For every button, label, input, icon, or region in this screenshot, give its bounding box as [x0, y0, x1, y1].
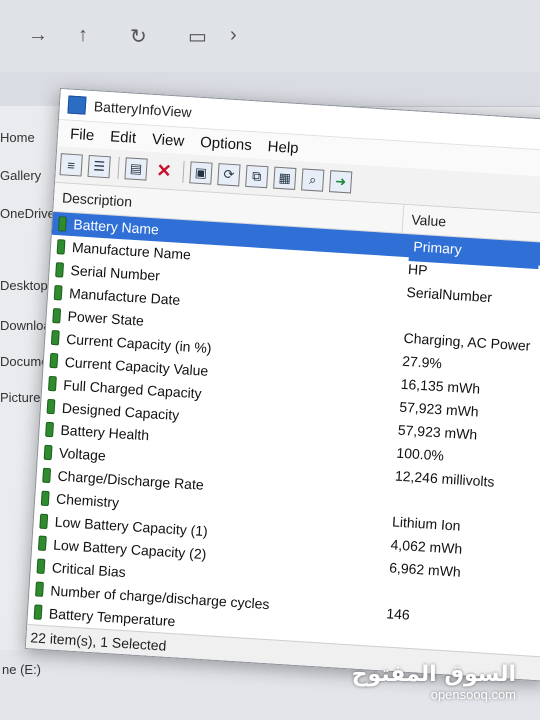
properties-icon[interactable]: ▤ — [124, 157, 148, 181]
exit-icon[interactable]: ➜ — [328, 170, 353, 194]
menu-file[interactable]: File — [62, 125, 103, 144]
refresh-icon[interactable]: ⟳ — [217, 163, 241, 187]
battery-icon — [43, 444, 53, 461]
html-report-icon[interactable]: ≡ — [59, 153, 83, 177]
opensooq-watermark: السوق المفتوح opensooq.com — [352, 662, 516, 702]
drive-label[interactable]: ne (E:) — [2, 662, 41, 677]
battery-icon — [55, 261, 65, 278]
sidebar-item-onedrive[interactable]: OneDrive — [0, 206, 55, 221]
row-label: Battery Name — [72, 216, 160, 238]
text-report-icon[interactable]: ☰ — [87, 154, 111, 179]
sidebar-item-desktop[interactable]: Desktop — [0, 278, 48, 293]
status-text: 22 item(s), 1 Selected — [29, 628, 167, 654]
row-label: Battery Temperature — [48, 604, 176, 629]
row-label: Critical Bias — [51, 559, 127, 580]
battery-icon — [50, 330, 60, 346]
battery-icon — [37, 535, 47, 552]
toolbar-separator — [117, 156, 120, 179]
battery-icon — [35, 581, 44, 598]
watermark-latin: opensooq.com — [430, 687, 516, 702]
sidebar-item-home[interactable]: Home — [0, 130, 35, 145]
battery-icon — [33, 604, 43, 620]
delete-icon[interactable]: ✕ — [152, 159, 175, 182]
battery-icon — [53, 284, 63, 301]
chevron-right-icon[interactable]: › — [230, 24, 237, 47]
window-title: BatteryInfoView — [93, 98, 193, 121]
row-label: Battery Health — [60, 422, 150, 444]
battery-icon — [39, 513, 49, 529]
up-icon[interactable]: ↑ — [78, 24, 88, 47]
battery-icon — [52, 307, 62, 323]
battery-icon — [58, 216, 67, 232]
watermark-arabic: السوق المفتوح — [351, 662, 516, 687]
row-label: Serial Number — [70, 262, 161, 284]
battery-icon — [46, 398, 56, 415]
refresh-icon[interactable]: ↻ — [130, 24, 147, 49]
copy-icon[interactable]: ⧉ — [245, 164, 269, 189]
app-icon — [67, 95, 87, 115]
sidebar-item-gallery[interactable]: Gallery — [0, 168, 41, 183]
menu-edit[interactable]: Edit — [102, 127, 145, 147]
menu-options[interactable]: Options — [192, 133, 261, 154]
battery-icon — [45, 421, 55, 438]
battery-icon — [56, 238, 66, 255]
explorer-toolbar: → ↑ ↻ ▭ › — [0, 0, 540, 72]
toolbar-separator — [182, 160, 185, 183]
save-icon[interactable]: ▣ — [189, 161, 213, 185]
battery-icon — [49, 353, 59, 369]
battery-icon — [42, 467, 52, 483]
row-label: Voltage — [58, 445, 107, 464]
value-column: Primary HP SerialNumber Charging, AC Pow… — [385, 238, 540, 636]
row-label: Power State — [67, 307, 145, 329]
battery-icon — [47, 376, 57, 392]
menu-help[interactable]: Help — [259, 137, 307, 157]
battery-icon — [36, 558, 46, 575]
options-icon[interactable]: ▦ — [273, 166, 297, 190]
row-label: Chemistry — [55, 490, 120, 511]
menu-view[interactable]: View — [144, 130, 193, 150]
monitor-icon[interactable]: ▭ — [188, 24, 207, 49]
battery-icon — [40, 490, 50, 506]
forward-icon[interactable]: → — [28, 24, 48, 47]
search-icon[interactable]: ⌕ — [301, 168, 325, 192]
